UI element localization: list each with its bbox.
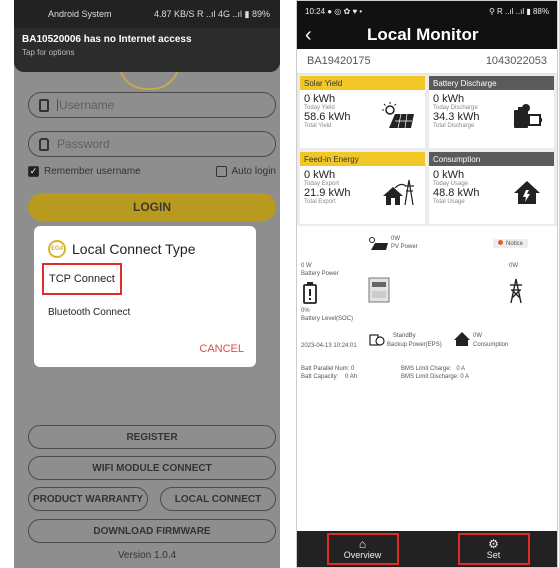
back-arrow-icon[interactable]: ‹: [305, 24, 312, 47]
right-phone-screen: 10:24 ● ◎ ✿ ♥ • ⚲ R ..ıl ..ıl ▮ 88% ‹ Lo…: [296, 0, 558, 568]
text-cursor: [57, 99, 58, 111]
notice-button[interactable]: Notice: [493, 239, 529, 248]
notification-subtitle: Tap for options: [22, 48, 75, 57]
home-icon: [454, 332, 470, 346]
product-warranty-button[interactable]: PRODUCT WARRANTY: [28, 487, 148, 511]
card-header: Consumption: [429, 152, 554, 166]
card-header: Battery Discharge: [429, 76, 554, 90]
pv-panel-icon: [369, 237, 388, 250]
card-header: Solar Yield: [300, 76, 425, 90]
cancel-button[interactable]: CANCEL: [199, 343, 244, 355]
bms-limit-discharge: BMS Limit Discharge: 0 A: [401, 374, 470, 380]
eps-label: Backup Power(EPS): [387, 342, 442, 348]
backup-power-icon: [369, 334, 385, 346]
pv-power-label: PV Power: [391, 244, 418, 250]
batt-parallel-num: Batt Parallel Num: 0: [301, 366, 355, 372]
status-indicators: ⚲ R ..ıl ..ıl ▮ 88%: [488, 6, 549, 16]
bms-limit-charge: BMS Limit Charge: 0 A: [401, 366, 466, 372]
grid-export-icon: [383, 179, 414, 206]
lock-icon: [39, 137, 49, 151]
energy-summary-cards: Solar Yield 0 kWh Today Yield 58.6 kWh T…: [297, 74, 557, 226]
solar-yield-card: Solar Yield 0 kWh Today Yield 58.6 kWh T…: [300, 76, 425, 148]
status-bar: 10:24 ● ◎ ✿ ♥ • ⚲ R ..ıl ..ıl ▮ 88%: [297, 1, 557, 21]
page-title: Local Monitor: [367, 25, 479, 44]
local-connect-button[interactable]: LOCAL CONNECT: [160, 487, 276, 511]
register-button[interactable]: REGISTER: [28, 425, 276, 449]
feed-in-energy-card: Feed-in Energy 0 kWh Today Export 21.9 k…: [300, 152, 425, 224]
login-button[interactable]: LOGIN: [28, 193, 276, 221]
datalog-serial: 1043022053: [485, 55, 547, 67]
inverter-icon: [368, 277, 390, 303]
device-serials: BA19420175 1043022053: [297, 49, 557, 74]
soc-label: Battery Level(SOC): [301, 316, 354, 322]
gear-icon: ⚙: [488, 537, 499, 551]
grid-power-value: 0W: [509, 263, 518, 269]
power-flow-diagram: 0W PV Power Notice 0 W Battery Power 0W …: [297, 226, 557, 466]
app-version: Version 1.0.4: [117, 550, 177, 561]
username-input[interactable]: Username: [28, 92, 276, 118]
bottom-navigation: ⌂ Overview ⚙ Set: [297, 531, 557, 567]
phone-icon: [39, 98, 49, 112]
left-phone-screen: Android System 4.87 KB/S R ..ıl 4G ..ıl …: [14, 0, 280, 568]
checkbox-unchecked-icon: [215, 166, 227, 177]
battery-discharge-card: Battery Discharge 0 kWh Today Discharge …: [429, 76, 554, 148]
nav-overview[interactable]: ⌂ Overview: [326, 533, 399, 565]
dialog-header: EG4 Local Connect Type: [48, 240, 196, 258]
consumption-label: Consumption: [473, 342, 509, 348]
download-firmware-button[interactable]: DOWNLOAD FIRMWARE: [28, 519, 276, 543]
home-icon: ⌂: [358, 537, 367, 551]
login-options: ✓ Remember username Auto login: [28, 166, 276, 177]
wifi-module-connect-button[interactable]: WIFI MODULE CONNECT: [28, 456, 276, 480]
battery-warning-icon: [303, 282, 317, 304]
auto-login-checkbox[interactable]: Auto login: [215, 166, 276, 177]
solar-panel-icon: [382, 102, 414, 129]
nav-set[interactable]: ⚙ Set: [457, 533, 530, 565]
card-header: Feed-in Energy: [300, 152, 425, 166]
soc-value: 0%: [301, 308, 310, 314]
notice-dot-icon: [498, 240, 503, 245]
batt-capacity: Batt Capacity: 0 Ah: [301, 374, 358, 380]
pv-power-value: 0W: [391, 236, 400, 242]
status-time: 10:24 ● ◎ ✿ ♥ •: [305, 6, 363, 16]
remember-username-checkbox[interactable]: ✓ Remember username: [28, 166, 141, 177]
battery-power-label: Battery Power: [301, 271, 339, 277]
username-placeholder: Username: [59, 98, 115, 112]
inverter-serial: BA19420175: [307, 55, 371, 67]
password-input[interactable]: Password: [28, 131, 276, 157]
data-timestamp: 2023-04-13 10:24:01: [301, 343, 357, 349]
home-consumption-icon: [514, 181, 540, 204]
battery-discharge-icon: [514, 104, 542, 128]
status-app-name: Android System: [48, 9, 112, 19]
power-tower-icon: [510, 278, 522, 304]
password-placeholder: Password: [57, 137, 110, 151]
status-bar: Android System 4.87 KB/S R ..ıl 4G ..ıl …: [14, 0, 280, 28]
local-connect-type-dialog: EG4 Local Connect Type TCP Connect Bluet…: [34, 226, 256, 367]
battery-power-value: 0 W: [301, 263, 312, 269]
header-bar: ‹ Local Monitor: [297, 21, 557, 49]
status-indicators: 4.87 KB/S R ..ıl 4G ..ıl ▮ 89%: [153, 8, 270, 19]
eps-status: StandBy: [393, 333, 416, 339]
notification-title: BA10520006 has no Internet access: [22, 34, 192, 45]
bluetooth-connect-option[interactable]: Bluetooth Connect: [48, 307, 130, 318]
eg4-logo-icon: EG4: [48, 240, 66, 258]
tcp-connect-option[interactable]: TCP Connect: [42, 263, 122, 295]
consumption-card: Consumption 0 kWh Today Usage 48.8 kWh T…: [429, 152, 554, 224]
consumption-value: 0W: [473, 333, 482, 339]
dialog-title: Local Connect Type: [72, 241, 196, 257]
checkbox-checked-icon: ✓: [28, 166, 39, 177]
no-internet-notification[interactable]: BA10520006 has no Internet access Tap fo…: [14, 28, 280, 72]
